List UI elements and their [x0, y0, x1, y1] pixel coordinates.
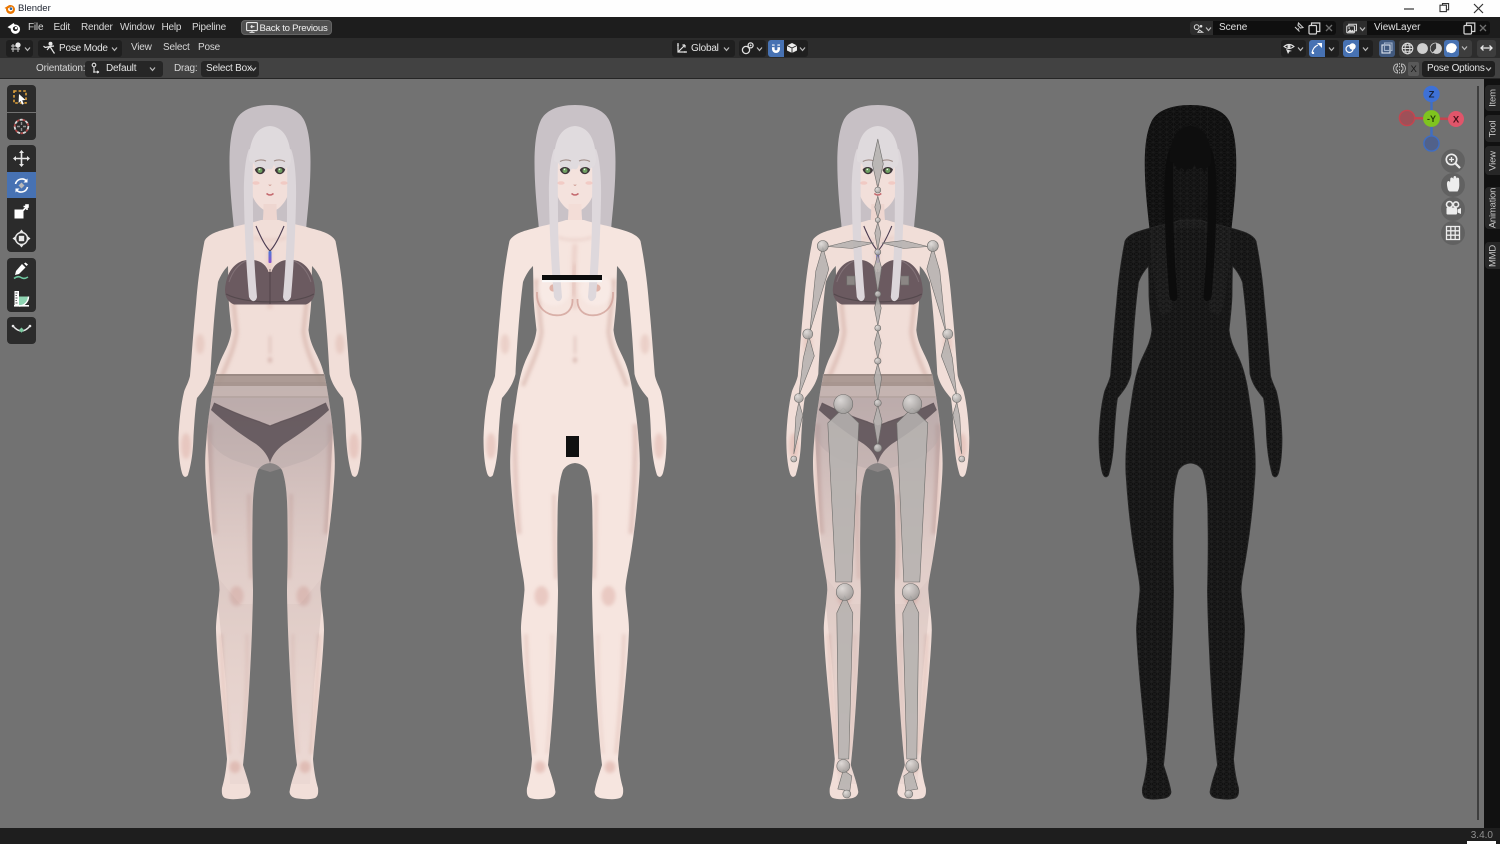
svg-text:X: X	[1453, 115, 1460, 126]
svg-text:Z: Z	[1429, 90, 1435, 101]
svg-text:-Y: -Y	[1427, 114, 1436, 124]
